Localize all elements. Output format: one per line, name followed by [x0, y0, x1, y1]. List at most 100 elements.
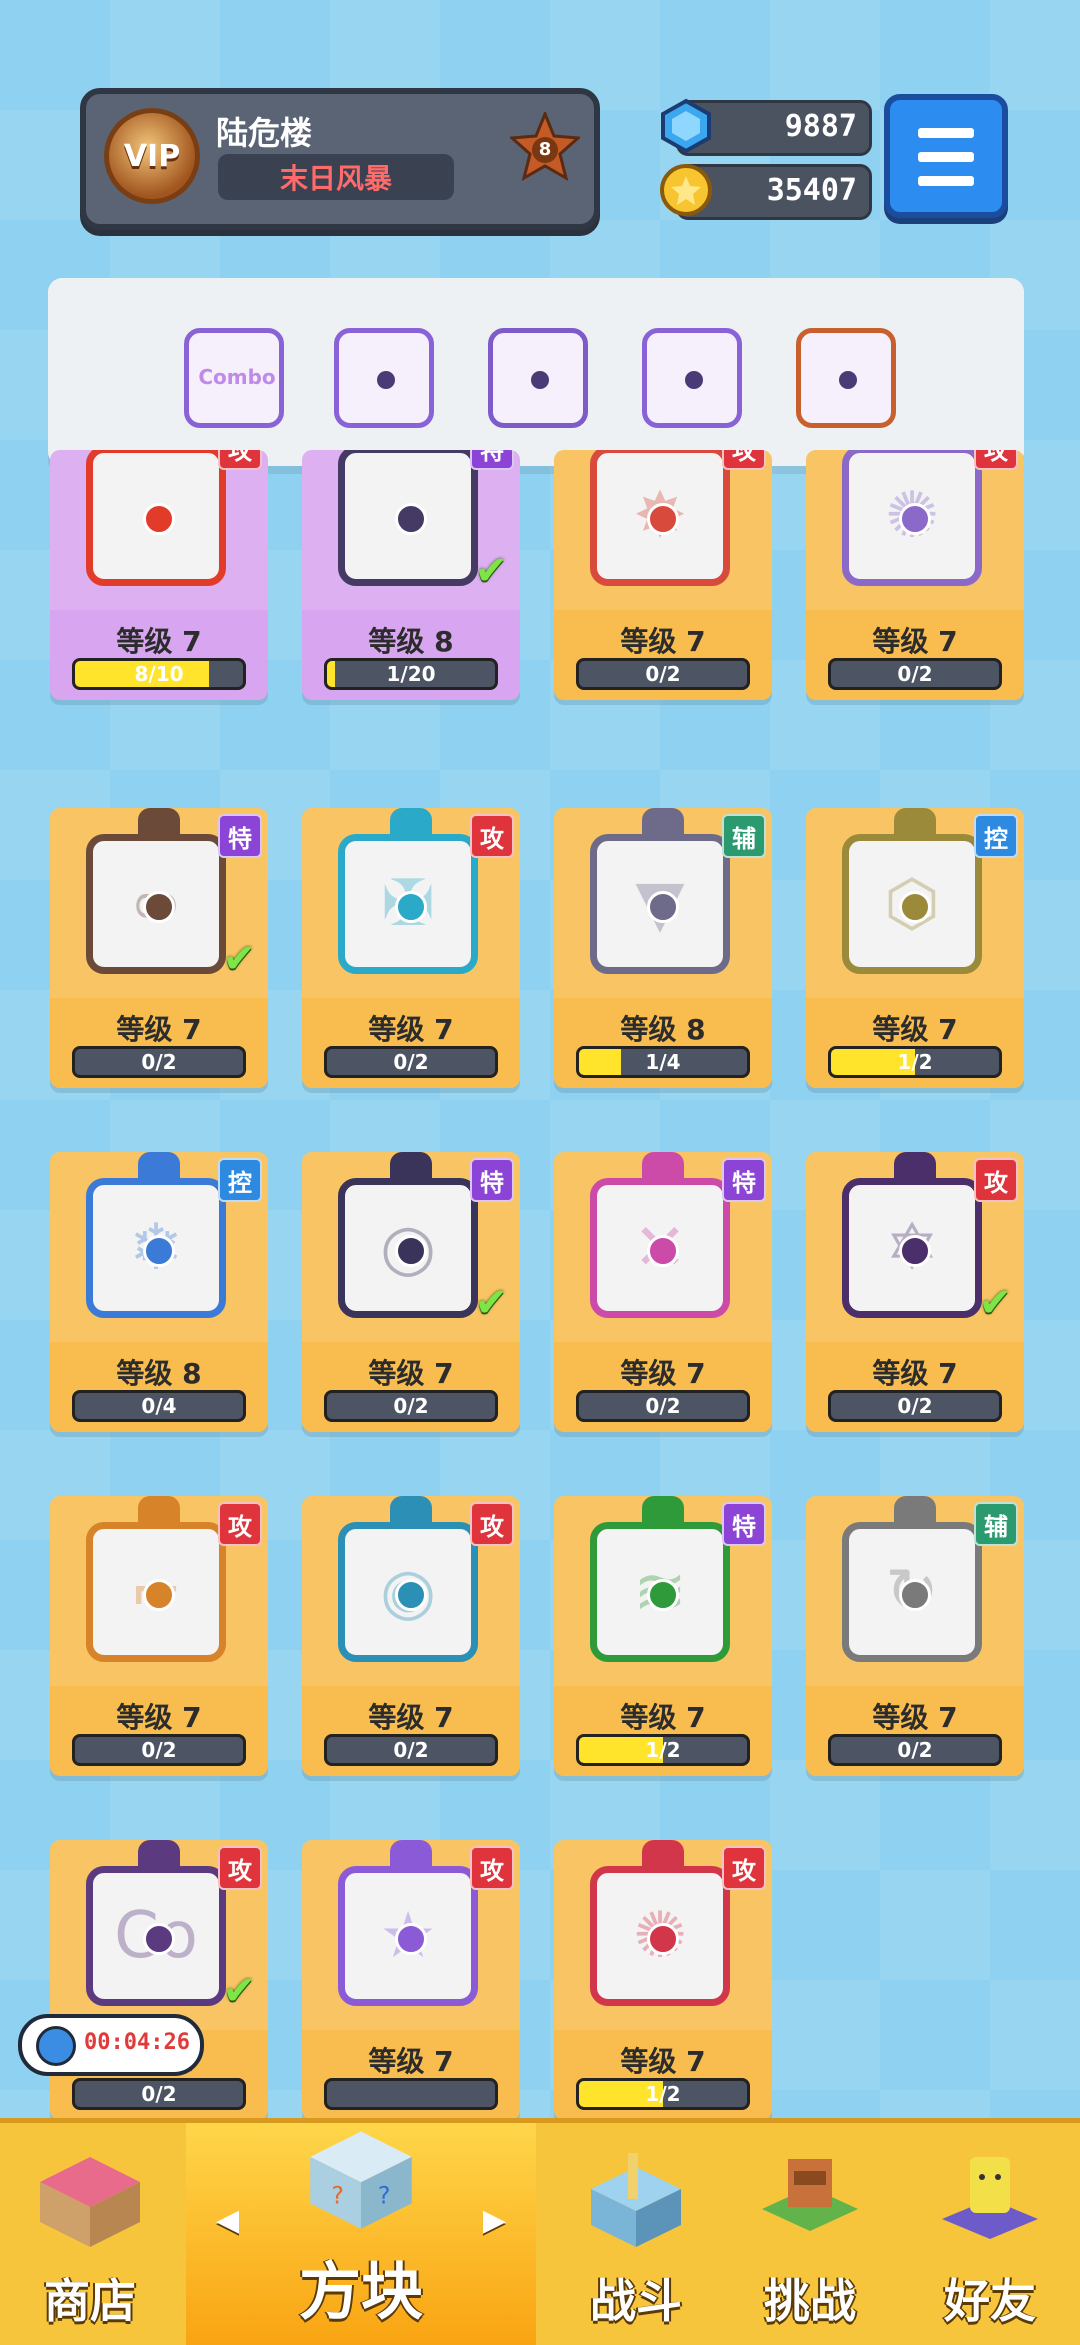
progress-text: 1/20 — [386, 662, 436, 686]
block-card[interactable]: ⌐ 攻 等级 7 0/2 — [50, 1496, 268, 1776]
prev-arrow-icon[interactable]: ◀ — [216, 2203, 239, 2238]
block-level: 等级 7 — [116, 1701, 202, 1734]
block-art — [86, 450, 226, 586]
block-card[interactable]: ⬡ 控 等级 7 1/2 — [806, 808, 1024, 1088]
nav-battle[interactable]: 战斗 — [556, 2123, 716, 2345]
gem-counter[interactable]: 9887 — [661, 98, 872, 156]
progress-text: 0/2 — [897, 1738, 933, 1762]
progress-text: 0/4 — [141, 1394, 177, 1418]
equipped-slot-2[interactable] — [334, 328, 434, 428]
upgrade-progress-bar: 0/2 — [828, 1390, 1002, 1422]
block-core — [647, 1923, 679, 1955]
timer-text: 00:04:26 — [84, 2030, 190, 2055]
block-card[interactable]: ◉ 攻 等级 7 0/2 — [302, 1496, 520, 1776]
block-art: ◎ — [338, 1178, 478, 1318]
progress-text: 1/2 — [897, 1050, 933, 1074]
block-type-tag: 攻 — [974, 1158, 1018, 1202]
block-level: 等级 7 — [116, 625, 202, 658]
mystery-block-icon: ? ? — [310, 2131, 412, 2229]
block-card[interactable]: ◎ 特 ✔ 等级 7 0/2 — [302, 1152, 520, 1432]
block-art: ⬡ — [842, 834, 982, 974]
player-profile[interactable]: VIP 陆危楼 末日风暴 8 — [80, 88, 600, 230]
shop-icon — [40, 2157, 140, 2247]
upgrade-progress-bar — [324, 2078, 498, 2110]
block-type-tag: 攻 — [218, 1502, 262, 1546]
nav-friends[interactable]: 好友 — [905, 2123, 1075, 2345]
block-art: ⌐ — [86, 1522, 226, 1662]
block-art: ▼ — [590, 834, 730, 974]
block-core — [143, 1579, 175, 1611]
coin-icon — [660, 164, 712, 216]
nav-challenge[interactable]: 挑战 — [730, 2123, 890, 2345]
block-card[interactable]: Co 攻 ✔ 等级 7 0/2 — [50, 1840, 268, 2120]
equipped-slot-1[interactable]: Combo — [184, 328, 284, 428]
block-art: ❄ — [86, 1178, 226, 1318]
nav-shop-label: 商店 — [44, 2274, 136, 2328]
upgrade-progress-bar: 0/2 — [324, 1734, 498, 1766]
block-card[interactable]: ∞ 特 ✔ 等级 7 0/2 — [50, 808, 268, 1088]
vip-badge[interactable]: VIP — [104, 108, 200, 204]
block-art: ★ — [338, 1866, 478, 2006]
block-card[interactable]: ▼ 辅 等级 8 1/4 — [554, 808, 772, 1088]
menu-icon-line — [918, 176, 974, 186]
progress-text: 0/2 — [393, 1050, 429, 1074]
block-core — [839, 371, 857, 389]
block-art: ≋ — [590, 1522, 730, 1662]
nav-friends-label: 好友 — [944, 2274, 1036, 2328]
block-core — [143, 891, 175, 923]
block-level: 等级 7 — [116, 1013, 202, 1046]
block-card[interactable]: ≋ 特 等级 7 1/2 — [554, 1496, 772, 1776]
block-art: Co — [86, 1866, 226, 2006]
equipped-check-icon: ✔ — [474, 1280, 508, 1326]
block-art: ✠ — [338, 834, 478, 974]
next-arrow-icon[interactable]: ▶ — [483, 2203, 506, 2238]
block-type-tag: 特 — [470, 1158, 514, 1202]
player-name: 陆危楼 — [216, 114, 313, 152]
block-card[interactable]: ↻ 辅 等级 7 0/2 — [806, 1496, 1024, 1776]
equipped-check-icon: ✔ — [978, 1280, 1012, 1326]
equipped-slot-5[interactable] — [796, 328, 896, 428]
block-level: 等级 8 — [620, 1013, 706, 1046]
block-core — [647, 503, 679, 535]
block-type-tag: 攻 — [722, 450, 766, 470]
block-card[interactable]: ★ 攻 等级 7 — [302, 1840, 520, 2120]
equipped-check-icon: ✔ — [222, 936, 256, 982]
equipped-slot-4[interactable] — [642, 328, 742, 428]
nav-blocks[interactable]: ◀ ? ? ▶ 方块 — [186, 2123, 536, 2345]
block-card[interactable]: ✺ 攻 等级 7 0/2 — [806, 450, 1024, 700]
equipped-check-icon: ✔ — [222, 1968, 256, 2014]
upgrade-progress-bar: 1/2 — [576, 1734, 750, 1766]
block-card[interactable]: ✸ 攻 等级 7 0/2 — [554, 450, 772, 700]
block-card[interactable]: ❄ 控 等级 8 0/4 — [50, 1152, 268, 1432]
block-core — [647, 1579, 679, 1611]
block-card[interactable]: 特 ✔ 等级 8 1/20 — [302, 450, 520, 700]
block-card[interactable]: ✺ 攻 等级 7 1/2 — [554, 1840, 772, 2120]
nav-challenge-label: 挑战 — [764, 2274, 856, 2328]
block-core — [377, 371, 395, 389]
block-level: 等级 7 — [620, 1701, 706, 1734]
progress-text: 0/2 — [645, 1394, 681, 1418]
event-timer[interactable]: 00:04:26 — [18, 2014, 204, 2076]
block-core — [647, 891, 679, 923]
upgrade-progress-bar: 0/4 — [72, 1390, 246, 1422]
equipped-slot-3[interactable] — [488, 328, 588, 428]
menu-button[interactable] — [884, 94, 1008, 218]
block-art: ✸ — [590, 450, 730, 586]
block-type-tag: 攻 — [470, 814, 514, 858]
nav-shop[interactable]: 商店 — [0, 2123, 180, 2345]
progress-text: 0/2 — [897, 1394, 933, 1418]
block-type-tag: 攻 — [974, 450, 1018, 470]
coin-counter[interactable]: 35407 — [660, 164, 872, 220]
block-level: 等级 8 — [116, 1357, 202, 1390]
block-type-tag: 控 — [974, 814, 1018, 858]
upgrade-progress-bar: 0/2 — [72, 2078, 246, 2110]
block-card[interactable]: ✠ 攻 等级 7 0/2 — [302, 808, 520, 1088]
block-card[interactable]: 攻 等级 7 8/10 — [50, 450, 268, 700]
block-card[interactable]: ✡ 攻 ✔ 等级 7 0/2 — [806, 1152, 1024, 1432]
upgrade-progress-bar: 0/2 — [72, 1734, 246, 1766]
block-type-tag: 特 — [722, 1502, 766, 1546]
block-art: ✡ — [842, 1178, 982, 1318]
block-card[interactable]: ✕ 特 等级 7 0/2 — [554, 1152, 772, 1432]
progress-text: 1/4 — [645, 1050, 681, 1074]
block-type-tag: 攻 — [218, 450, 262, 470]
